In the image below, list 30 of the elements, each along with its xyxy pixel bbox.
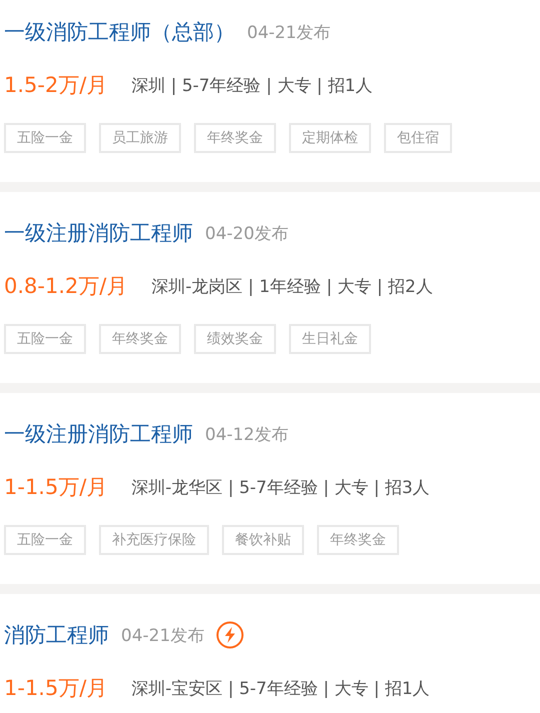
post-date: 04-21发布 bbox=[247, 22, 330, 44]
job-title[interactable]: 一级注册消防工程师 bbox=[4, 219, 193, 247]
post-date: 04-12发布 bbox=[205, 424, 288, 446]
benefit-tag: 五险一金 bbox=[4, 123, 86, 153]
benefit-tag: 包住宿 bbox=[384, 123, 452, 153]
benefit-tag: 员工旅游 bbox=[99, 123, 181, 153]
job-info: 深圳-龙华区 | 5-7年经验 | 大专 | 招3人 bbox=[131, 476, 430, 498]
benefit-tag: 年终奖金 bbox=[99, 324, 181, 354]
salary: 1-1.5万/月 bbox=[4, 474, 108, 501]
salary: 1-1.5万/月 bbox=[4, 675, 108, 702]
salary: 1.5-2万/月 bbox=[4, 72, 108, 99]
job-title[interactable]: 一级注册消防工程师 bbox=[4, 420, 193, 448]
lightning-icon bbox=[216, 621, 244, 649]
job-title[interactable]: 消防工程师 bbox=[4, 621, 109, 649]
benefit-tag: 生日礼金 bbox=[289, 324, 371, 354]
benefit-tag: 五险一金 bbox=[4, 525, 86, 555]
post-date: 04-20发布 bbox=[205, 222, 288, 244]
benefit-tag: 年终奖金 bbox=[317, 525, 399, 555]
benefit-tag: 餐饮补贴 bbox=[222, 525, 304, 555]
job-info: 深圳-龙岗区 | 1年经验 | 大专 | 招2人 bbox=[151, 276, 433, 298]
salary: 0.8-1.2万/月 bbox=[4, 273, 128, 300]
job-title[interactable]: 一级消防工程师（总部） bbox=[4, 18, 235, 46]
benefit-tag: 五险一金 bbox=[4, 324, 86, 354]
benefit-tag: 年终奖金 bbox=[194, 123, 276, 153]
benefit-tag: 补充医疗保险 bbox=[99, 525, 209, 555]
job-info: 深圳-宝安区 | 5-7年经验 | 大专 | 招1人 bbox=[131, 678, 430, 700]
benefit-tag: 绩效奖金 bbox=[194, 324, 276, 354]
post-date: 04-21发布 bbox=[121, 624, 204, 646]
benefit-tag: 定期体检 bbox=[289, 123, 371, 153]
job-info: 深圳 | 5-7年经验 | 大专 | 招1人 bbox=[131, 74, 373, 96]
